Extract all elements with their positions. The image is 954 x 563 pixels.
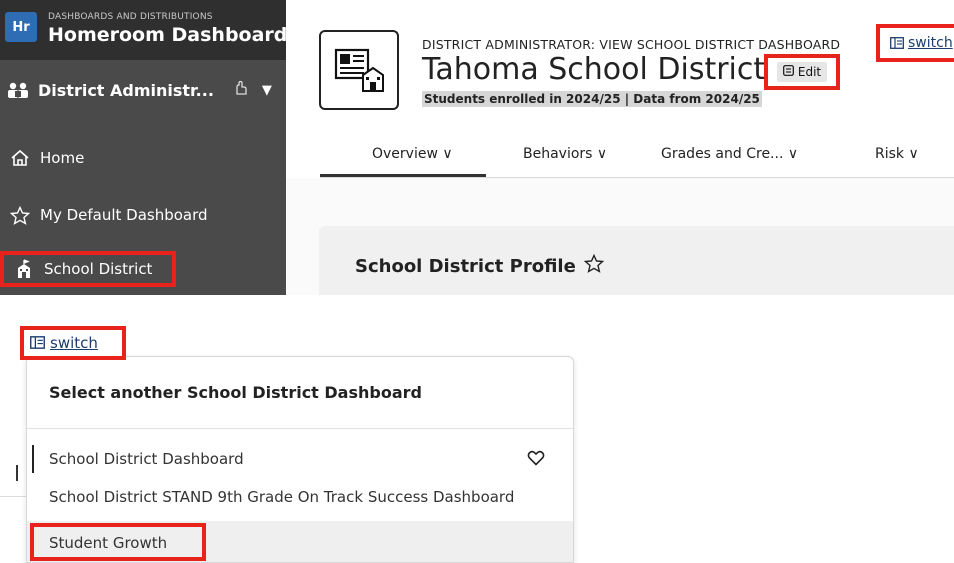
switch-dashboard-menu: Select another School District Dashboard… (26, 356, 574, 563)
caret-down-icon[interactable]: ▼ (262, 83, 272, 98)
role-pointer-icon[interactable] (232, 80, 248, 100)
left-edge-marker (16, 465, 18, 481)
profile-title-row: School District Profile (355, 253, 604, 278)
menu-heading: Select another School District Dashboard (27, 357, 573, 429)
enrollment-subtitle: Students enrolled in 2024/25 | Data from… (422, 91, 762, 107)
edit-icon (782, 65, 794, 79)
menu-item-student-growth[interactable]: Student Growth (27, 521, 573, 562)
dashboard-kicker: DISTRICT ADMINISTRATOR: VIEW SCHOOL DIST… (422, 37, 841, 52)
role-label: District Administr... (38, 80, 214, 100)
brand-kicker: DASHBOARDS AND DISTRIBUTIONS (48, 12, 213, 22)
menu-item-stand-9th-grade-dashboard[interactable]: School District STAND 9th Grade On Track… (27, 478, 573, 516)
switch-icon (30, 334, 45, 353)
switch-icon (890, 34, 904, 53)
favorite-star-icon[interactable] (583, 253, 604, 278)
brand-header[interactable]: Hr DASHBOARDS AND DISTRIBUTIONS Homeroom… (0, 0, 299, 60)
page-title: Tahoma School District (422, 52, 766, 87)
brand-logo: Hr (5, 12, 37, 42)
tab-risk[interactable]: Risk ∨ (875, 146, 919, 162)
edit-label: Edit (797, 65, 822, 79)
sidebar-item-my-default-dashboard[interactable]: My Default Dashboard (0, 195, 286, 235)
highlight-box (30, 523, 206, 561)
menu-item-school-district-dashboard[interactable]: School District Dashboard (27, 440, 573, 478)
role-selector[interactable]: District Administr... ▼ (0, 70, 286, 110)
menu-item-label: School District Dashboard (49, 450, 244, 468)
people-icon (6, 80, 32, 100)
tab-overview[interactable]: Overview ∨ (372, 146, 453, 162)
switch-link-label: switch (50, 334, 98, 352)
switch-dashboard-link[interactable]: switch (876, 24, 954, 62)
menu-item-label: School District STAND 9th Grade On Track… (49, 488, 515, 506)
switch-link-label: switch (908, 35, 953, 51)
profile-title: School District Profile (355, 255, 576, 277)
sidebar-item-school-district[interactable]: School District (0, 251, 176, 287)
sidebar-item-label: Home (40, 149, 85, 167)
brand-title: Homeroom Dashboards (48, 24, 299, 46)
tab-behaviors[interactable]: Behaviors ∨ (523, 146, 607, 162)
dashboard-icon (319, 30, 399, 110)
home-icon (8, 149, 32, 167)
sidebar-item-home[interactable]: Home (0, 138, 286, 178)
star-outline-icon (8, 205, 32, 225)
tab-grades-and-credits[interactable]: Grades and Cre... ∨ (661, 146, 798, 162)
school-icon (12, 259, 36, 279)
profile-card: School District Profile (319, 226, 954, 295)
sidebar: Hr DASHBOARDS AND DISTRIBUTIONS Homeroom… (0, 0, 299, 295)
switch-dashboard-link[interactable]: switch (20, 326, 126, 360)
sidebar-item-label: School District (44, 260, 153, 278)
sidebar-item-label: My Default Dashboard (40, 206, 208, 224)
dashboard-tabs: Overview ∨ Behaviors ∨ Grades and Cre...… (320, 140, 954, 178)
heart-icon[interactable] (527, 450, 545, 470)
current-selection-marker (32, 445, 34, 473)
active-tab-indicator (320, 174, 486, 177)
edit-button[interactable]: Edit (764, 54, 840, 90)
